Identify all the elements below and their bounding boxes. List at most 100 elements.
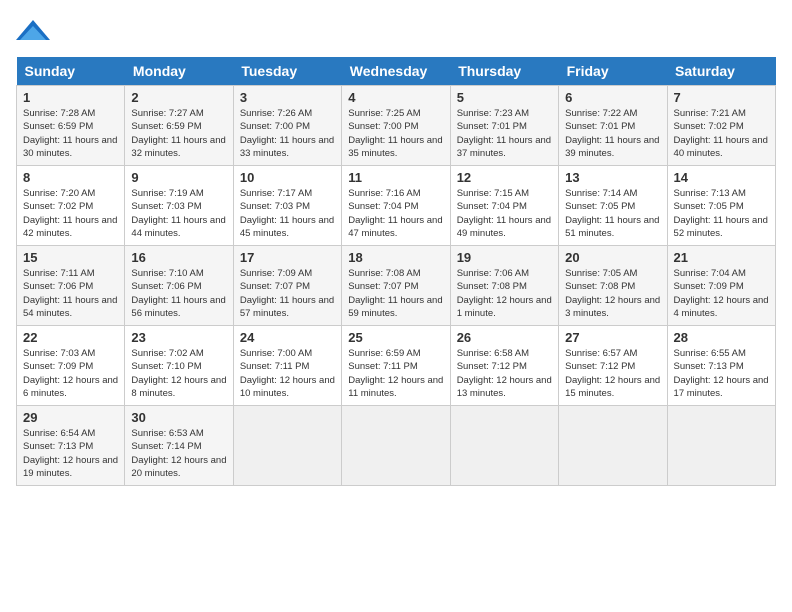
day-info: Sunrise: 7:03 AMSunset: 7:09 PMDaylight:… [23, 348, 118, 399]
day-info: Sunrise: 6:55 AMSunset: 7:13 PMDaylight:… [674, 348, 769, 399]
day-number: 19 [457, 250, 552, 265]
day-info: Sunrise: 7:05 AMSunset: 7:08 PMDaylight:… [565, 268, 660, 319]
day-info: Sunrise: 7:14 AMSunset: 7:05 PMDaylight:… [565, 188, 659, 239]
day-number: 21 [674, 250, 769, 265]
calendar-cell: 27 Sunrise: 6:57 AMSunset: 7:12 PMDaylig… [559, 326, 667, 406]
calendar-cell: 25 Sunrise: 6:59 AMSunset: 7:11 PMDaylig… [342, 326, 450, 406]
day-number: 11 [348, 170, 443, 185]
calendar-cell: 9 Sunrise: 7:19 AMSunset: 7:03 PMDayligh… [125, 166, 233, 246]
calendar-table: SundayMondayTuesdayWednesdayThursdayFrid… [16, 57, 776, 486]
calendar-cell: 1 Sunrise: 7:28 AMSunset: 6:59 PMDayligh… [17, 86, 125, 166]
day-number: 30 [131, 410, 226, 425]
calendar-cell: 29 Sunrise: 6:54 AMSunset: 7:13 PMDaylig… [17, 406, 125, 486]
day-info: Sunrise: 7:06 AMSunset: 7:08 PMDaylight:… [457, 268, 552, 319]
logo [16, 16, 54, 49]
day-number: 3 [240, 90, 335, 105]
calendar-cell: 3 Sunrise: 7:26 AMSunset: 7:00 PMDayligh… [233, 86, 341, 166]
day-info: Sunrise: 6:57 AMSunset: 7:12 PMDaylight:… [565, 348, 660, 399]
day-number: 28 [674, 330, 769, 345]
calendar-cell: 23 Sunrise: 7:02 AMSunset: 7:10 PMDaylig… [125, 326, 233, 406]
calendar-cell [559, 406, 667, 486]
calendar-cell: 12 Sunrise: 7:15 AMSunset: 7:04 PMDaylig… [450, 166, 558, 246]
calendar-cell: 22 Sunrise: 7:03 AMSunset: 7:09 PMDaylig… [17, 326, 125, 406]
calendar-cell: 2 Sunrise: 7:27 AMSunset: 6:59 PMDayligh… [125, 86, 233, 166]
day-info: Sunrise: 6:54 AMSunset: 7:13 PMDaylight:… [23, 428, 118, 479]
day-info: Sunrise: 7:04 AMSunset: 7:09 PMDaylight:… [674, 268, 769, 319]
day-number: 27 [565, 330, 660, 345]
calendar-row-4: 22 Sunrise: 7:03 AMSunset: 7:09 PMDaylig… [17, 326, 776, 406]
day-number: 4 [348, 90, 443, 105]
header-cell-sunday: Sunday [17, 57, 125, 86]
day-info: Sunrise: 7:20 AMSunset: 7:02 PMDaylight:… [23, 188, 117, 239]
calendar-cell [342, 406, 450, 486]
day-info: Sunrise: 6:59 AMSunset: 7:11 PMDaylight:… [348, 348, 443, 399]
day-number: 22 [23, 330, 118, 345]
day-number: 2 [131, 90, 226, 105]
day-number: 25 [348, 330, 443, 345]
calendar-cell: 13 Sunrise: 7:14 AMSunset: 7:05 PMDaylig… [559, 166, 667, 246]
day-info: Sunrise: 7:27 AMSunset: 6:59 PMDaylight:… [131, 108, 225, 159]
header [16, 16, 776, 49]
day-info: Sunrise: 7:25 AMSunset: 7:00 PMDaylight:… [348, 108, 442, 159]
calendar-cell: 19 Sunrise: 7:06 AMSunset: 7:08 PMDaylig… [450, 246, 558, 326]
calendar-cell [450, 406, 558, 486]
calendar-cell: 6 Sunrise: 7:22 AMSunset: 7:01 PMDayligh… [559, 86, 667, 166]
day-number: 12 [457, 170, 552, 185]
day-info: Sunrise: 7:21 AMSunset: 7:02 PMDaylight:… [674, 108, 768, 159]
day-info: Sunrise: 7:09 AMSunset: 7:07 PMDaylight:… [240, 268, 334, 319]
day-number: 9 [131, 170, 226, 185]
day-number: 7 [674, 90, 769, 105]
calendar-cell: 21 Sunrise: 7:04 AMSunset: 7:09 PMDaylig… [667, 246, 775, 326]
day-info: Sunrise: 7:23 AMSunset: 7:01 PMDaylight:… [457, 108, 551, 159]
calendar-cell: 14 Sunrise: 7:13 AMSunset: 7:05 PMDaylig… [667, 166, 775, 246]
calendar-cell: 16 Sunrise: 7:10 AMSunset: 7:06 PMDaylig… [125, 246, 233, 326]
header-cell-thursday: Thursday [450, 57, 558, 86]
calendar-row-1: 1 Sunrise: 7:28 AMSunset: 6:59 PMDayligh… [17, 86, 776, 166]
day-info: Sunrise: 7:26 AMSunset: 7:00 PMDaylight:… [240, 108, 334, 159]
calendar-cell: 10 Sunrise: 7:17 AMSunset: 7:03 PMDaylig… [233, 166, 341, 246]
day-info: Sunrise: 7:08 AMSunset: 7:07 PMDaylight:… [348, 268, 442, 319]
header-cell-monday: Monday [125, 57, 233, 86]
day-info: Sunrise: 7:10 AMSunset: 7:06 PMDaylight:… [131, 268, 225, 319]
day-number: 18 [348, 250, 443, 265]
day-info: Sunrise: 7:22 AMSunset: 7:01 PMDaylight:… [565, 108, 659, 159]
day-info: Sunrise: 7:11 AMSunset: 7:06 PMDaylight:… [23, 268, 117, 319]
day-info: Sunrise: 6:53 AMSunset: 7:14 PMDaylight:… [131, 428, 226, 479]
calendar-cell: 11 Sunrise: 7:16 AMSunset: 7:04 PMDaylig… [342, 166, 450, 246]
calendar-row-3: 15 Sunrise: 7:11 AMSunset: 7:06 PMDaylig… [17, 246, 776, 326]
day-info: Sunrise: 6:58 AMSunset: 7:12 PMDaylight:… [457, 348, 552, 399]
header-cell-tuesday: Tuesday [233, 57, 341, 86]
calendar-row-5: 29 Sunrise: 6:54 AMSunset: 7:13 PMDaylig… [17, 406, 776, 486]
day-number: 17 [240, 250, 335, 265]
day-number: 5 [457, 90, 552, 105]
day-number: 8 [23, 170, 118, 185]
calendar-cell: 24 Sunrise: 7:00 AMSunset: 7:11 PMDaylig… [233, 326, 341, 406]
calendar-cell: 20 Sunrise: 7:05 AMSunset: 7:08 PMDaylig… [559, 246, 667, 326]
calendar-cell: 5 Sunrise: 7:23 AMSunset: 7:01 PMDayligh… [450, 86, 558, 166]
day-number: 29 [23, 410, 118, 425]
calendar-cell: 7 Sunrise: 7:21 AMSunset: 7:02 PMDayligh… [667, 86, 775, 166]
calendar-cell: 28 Sunrise: 6:55 AMSunset: 7:13 PMDaylig… [667, 326, 775, 406]
day-number: 1 [23, 90, 118, 105]
day-info: Sunrise: 7:28 AMSunset: 6:59 PMDaylight:… [23, 108, 117, 159]
logo-icon [16, 16, 50, 49]
header-cell-friday: Friday [559, 57, 667, 86]
day-number: 16 [131, 250, 226, 265]
calendar-row-2: 8 Sunrise: 7:20 AMSunset: 7:02 PMDayligh… [17, 166, 776, 246]
calendar-cell: 15 Sunrise: 7:11 AMSunset: 7:06 PMDaylig… [17, 246, 125, 326]
calendar-cell [667, 406, 775, 486]
day-number: 6 [565, 90, 660, 105]
day-number: 14 [674, 170, 769, 185]
header-row: SundayMondayTuesdayWednesdayThursdayFrid… [17, 57, 776, 86]
day-info: Sunrise: 7:15 AMSunset: 7:04 PMDaylight:… [457, 188, 551, 239]
day-info: Sunrise: 7:16 AMSunset: 7:04 PMDaylight:… [348, 188, 442, 239]
day-number: 10 [240, 170, 335, 185]
header-cell-saturday: Saturday [667, 57, 775, 86]
calendar-cell: 17 Sunrise: 7:09 AMSunset: 7:07 PMDaylig… [233, 246, 341, 326]
day-number: 26 [457, 330, 552, 345]
calendar-cell: 26 Sunrise: 6:58 AMSunset: 7:12 PMDaylig… [450, 326, 558, 406]
calendar-cell: 8 Sunrise: 7:20 AMSunset: 7:02 PMDayligh… [17, 166, 125, 246]
day-number: 13 [565, 170, 660, 185]
day-number: 24 [240, 330, 335, 345]
day-info: Sunrise: 7:00 AMSunset: 7:11 PMDaylight:… [240, 348, 335, 399]
